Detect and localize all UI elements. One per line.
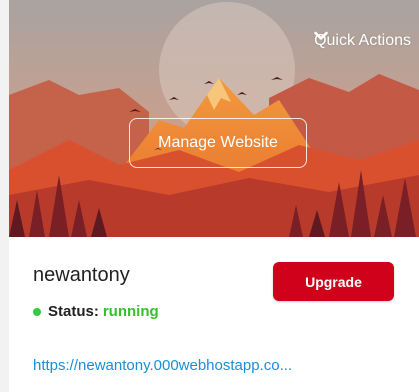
- status-label: Status:: [48, 303, 99, 320]
- site-name: newantony: [33, 264, 130, 286]
- status-row: Status: running: [33, 303, 159, 320]
- chevron-down-icon: [314, 31, 328, 40]
- website-card: Quick Actions Manage Website newantony U…: [9, 0, 419, 392]
- status-value: running: [102, 303, 159, 320]
- quick-actions-dropdown[interactable]: Quick Actions: [314, 31, 411, 51]
- website-banner: Quick Actions Manage Website: [9, 0, 419, 237]
- quick-actions-label: Quick Actions: [314, 32, 411, 49]
- upgrade-button[interactable]: Upgrade: [273, 262, 394, 301]
- manage-website-button[interactable]: Manage Website: [129, 118, 307, 168]
- site-url-link[interactable]: https://newantony.000webhostapp.co...: [33, 357, 292, 374]
- status-dot-icon: [33, 307, 41, 316]
